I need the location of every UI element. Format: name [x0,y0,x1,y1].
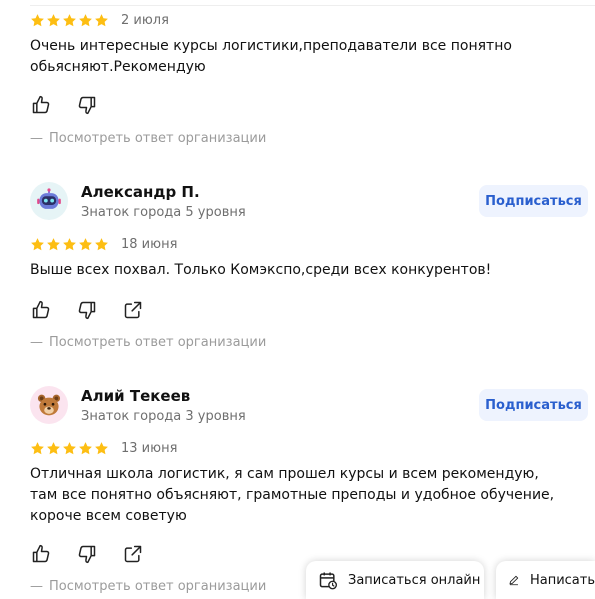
thumbs-up-icon [31,300,51,320]
star-icon [78,441,93,456]
like-button[interactable] [30,543,52,565]
star-icon [94,237,109,252]
star-icon [30,441,45,456]
review-text: Выше всех похвал. Только Комэкспо,среди … [30,262,492,278]
pencil-icon [509,575,519,586]
subscribe-button[interactable]: Подписаться [479,389,588,421]
book-online-label: Записаться онлайн [348,572,481,588]
rating-stars [30,441,109,456]
view-org-reply-link[interactable]: — Посмотреть ответ организации [30,335,266,350]
review-date: 18 июня [121,237,178,252]
reply-link-label: Посмотреть ответ организации [49,335,267,350]
thumbs-down-icon [77,95,97,115]
star-icon [78,237,93,252]
share-icon [123,544,143,564]
rating-stars [30,13,109,28]
share-icon [123,300,143,320]
book-online-button[interactable]: Записаться онлайн [306,561,484,599]
reviewer-name[interactable]: Алий Текеев [81,387,190,405]
star-icon [62,237,77,252]
reply-dash: — [30,579,43,594]
star-icon [30,237,45,252]
star-icon [94,441,109,456]
like-button[interactable] [30,299,52,321]
review-actions [30,299,168,321]
avatar[interactable] [30,386,68,424]
thumbs-up-icon [31,95,51,115]
reviewer-name[interactable]: Александр П. [81,183,200,201]
reply-link-label: Посмотреть ответ организации [49,131,267,146]
top-divider [30,5,595,6]
review-actions [30,94,122,116]
write-button[interactable]: Написать [496,561,595,599]
review-actions [30,543,168,565]
reviewer-level: Знаток города 3 уровня [81,409,246,424]
avatar[interactable] [30,182,68,220]
subscribe-button[interactable]: Подписаться [479,185,588,217]
star-icon [62,441,77,456]
like-button[interactable] [30,94,52,116]
share-button[interactable] [122,299,144,321]
write-label: Написать [529,572,595,588]
star-icon [30,13,45,28]
dislike-button[interactable] [76,299,98,321]
bear-avatar-icon [37,394,61,416]
review-date: 13 июня [121,441,178,456]
thumbs-up-icon [31,544,51,564]
star-icon [46,441,61,456]
reviewer-level: Знаток города 5 уровня [81,205,246,220]
reply-dash: — [30,335,43,350]
star-icon [78,13,93,28]
rating-stars [30,237,109,252]
view-org-reply-link[interactable]: — Посмотреть ответ организации [30,131,266,146]
view-org-reply-link[interactable]: — Посмотреть ответ организации [30,579,266,594]
dislike-button[interactable] [76,94,98,116]
review-text: Отличная школа логистик, я сам прошел ку… [30,466,555,524]
thumbs-down-icon [77,544,97,564]
reply-dash: — [30,131,43,146]
reply-link-label: Посмотреть ответ организации [49,579,267,594]
star-icon [62,13,77,28]
star-icon [94,13,109,28]
review-date: 2 июля [121,13,169,28]
star-icon [46,13,61,28]
calendar-icon [319,572,337,590]
dislike-button[interactable] [76,543,98,565]
robot-avatar-icon [37,188,61,209]
star-icon [46,237,61,252]
thumbs-down-icon [77,300,97,320]
review-text: Очень интересные курсы логистики,препода… [30,38,512,75]
share-button[interactable] [122,543,144,565]
